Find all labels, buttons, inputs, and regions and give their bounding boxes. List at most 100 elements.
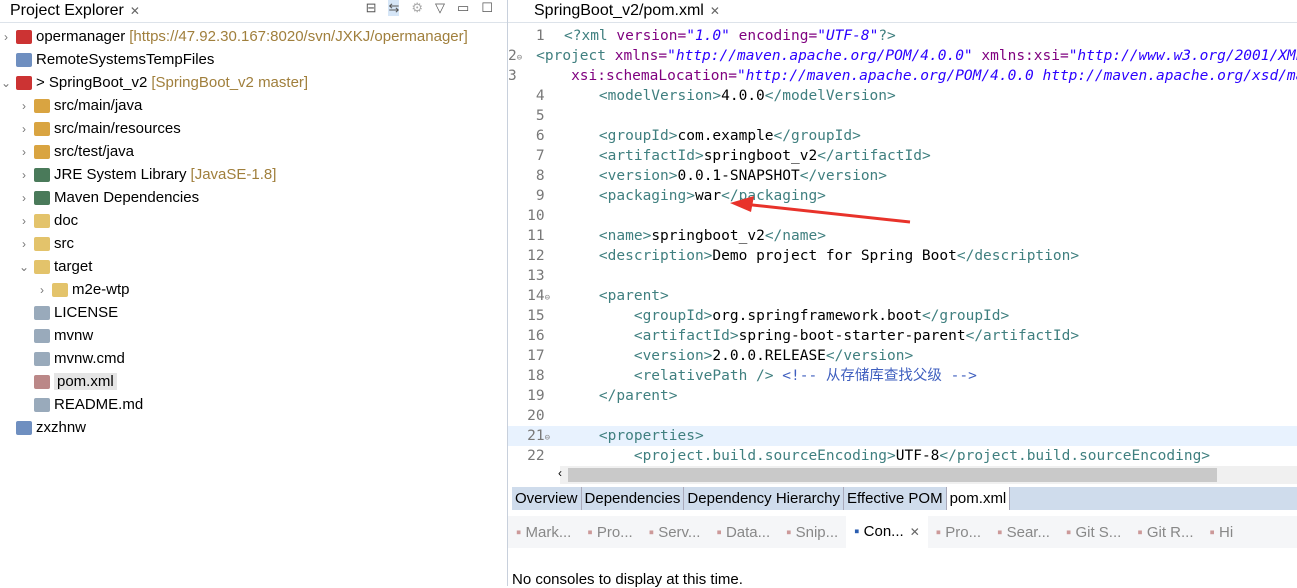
view-tab-label: Con... [863,523,904,540]
code-line: 19 </parent> [508,386,1297,406]
view-tab[interactable]: ▪ Con... ✕ [846,516,928,548]
tree-item[interactable]: mvnw [0,324,507,347]
expand-arrow-icon[interactable]: ⌄ [0,76,12,90]
expand-arrow-icon[interactable]: › [18,99,30,113]
tree-item-label: > SpringBoot_v2 [36,74,148,91]
tree-item[interactable]: › opermanager [https://47.92.30.167:8020/s… [0,25,507,48]
view-tab[interactable]: ▪ Mark... [508,524,579,541]
tree-item[interactable]: RemoteSystemsTempFiles [0,48,507,71]
file-icon [34,305,50,320]
library-icon [34,167,50,182]
code-token: </groupId> [921,308,1010,324]
collapse-all-icon[interactable]: ⊟ [366,0,377,16]
editor-area: SpringBoot_v2/pom.xml ✕ 1 <? xml version=… [508,0,1297,512]
file-icon [34,351,50,366]
view-icon: ▪ [716,523,726,541]
tree-item[interactable]: › Maven Dependencies [0,186,507,209]
tree-item-label: RemoteSystemsTempFiles [36,51,215,68]
view-menu-icon[interactable]: ▽ [435,0,445,16]
expand-arrow-icon[interactable]: › [18,191,30,205]
view-icon: ▪ [786,523,796,541]
scroll-left-icon[interactable]: ‹ [558,466,562,480]
expand-arrow-icon[interactable]: › [0,30,12,44]
tree-item[interactable]: ⌄ > SpringBoot_v2 [SpringBoot_v2 master] [0,71,507,94]
tree-item-decoration: [JavaSE-1.8] [190,166,277,183]
code-token: spring-boot-starter-parent [738,328,966,344]
code-token: 2.0.0.RELEASE [712,348,826,364]
maximize-icon[interactable]: ☐ [481,0,493,16]
tab-effective-pom[interactable]: Effective POM [844,487,947,510]
view-icon: ▪ [935,523,946,541]
package-folder-icon [34,98,50,113]
view-tab[interactable]: ▪ Pro... [928,524,989,541]
tree-item[interactable]: pom.xml [0,370,507,393]
view-tab[interactable]: ▪ Hi [1201,524,1241,541]
minimize-icon[interactable]: ▭ [457,0,469,16]
package-folder-icon [34,121,50,136]
maven-project-icon [16,75,32,90]
view-tab[interactable]: ▪ Serv... [641,524,709,541]
filter-icon[interactable]: ⚙ [411,0,423,16]
tree-item[interactable]: › doc [0,209,507,232]
tree-item[interactable]: › src [0,232,507,255]
library-icon [34,190,50,205]
tree-item[interactable]: README.md [0,393,507,416]
view-tab[interactable]: ▪ Pro... [579,524,640,541]
tab-pom-xml[interactable]: pom.xml [946,487,1011,510]
expand-arrow-icon[interactable]: › [18,145,30,159]
view-tab[interactable]: ▪ Sear... [989,524,1058,541]
code-token: UTF-8 [895,448,940,464]
tree-item[interactable]: › src/test/java [0,140,507,163]
code-token: </version> [825,348,914,364]
tree-item[interactable]: LICENSE [0,301,507,324]
code-line: 18 <relativePath /> <!-- 从存储库查找父级 --> [508,366,1297,386]
expand-arrow-icon[interactable]: › [18,122,30,136]
scrollbar-thumb[interactable] [568,468,1217,482]
tree-item[interactable]: mvnw.cmd [0,347,507,370]
view-tab[interactable]: ▪ Snip... [778,524,846,541]
tree-item-label: README.md [54,396,144,413]
code-token: <project.build.sourceEncoding> [633,448,896,464]
code-token: <properties> [598,428,704,444]
line-number: 16 [527,328,545,344]
tree-item[interactable]: › src/main/resources [0,117,507,140]
expand-arrow-icon[interactable]: › [18,237,30,251]
tree-item[interactable]: › JRE System Library [JavaSE-1.8] [0,163,507,186]
file-icon [34,328,50,343]
tree-item-label: LICENSE [54,304,119,321]
tree-item[interactable]: › m2e-wtp [0,278,507,301]
line-number: 20 [527,408,545,424]
tab-dependency-hierarchy[interactable]: Dependency Hierarchy [684,487,844,510]
tree-item[interactable]: ⌄ target [0,255,507,278]
line-number: 15 [527,308,545,324]
tree-item[interactable]: › src/main/java [0,94,507,117]
expand-arrow-icon[interactable]: › [18,168,30,182]
tab-overview[interactable]: Overview [512,487,582,510]
view-icon: ▪ [854,523,864,540]
view-tabs: ▪ Mark... ▪ Pro... ▪ Serv... ▪ Data... ▪ Sni… [508,516,1297,548]
view-tab[interactable]: ▪ Git S... [1058,524,1129,541]
code-token: </artifactId> [965,328,1080,344]
expand-arrow-icon[interactable]: ⌄ [18,260,30,274]
tab-dependencies[interactable]: Dependencies [582,487,685,510]
line-number: 18 [527,368,545,384]
expand-arrow-icon[interactable]: › [36,283,48,297]
code-line: 17 <version> 2.0.0.RELEASE </version> [508,346,1297,366]
tree-item[interactable]: zxzhnw [0,416,507,439]
file-icon [34,397,50,412]
view-tab[interactable]: ▪ Data... [708,524,778,541]
view-tab[interactable]: ▪ Git R... [1129,524,1201,541]
expand-arrow-icon[interactable]: › [18,214,30,228]
project-explorer-title: Project Explorer [10,2,124,19]
close-icon[interactable]: ✕ [910,525,920,539]
code-token: <!-- 从存储库查找父级 --> [773,368,977,384]
tree-item-label: src/test/java [54,143,135,160]
line-number: 17 [527,348,545,364]
close-icon[interactable]: ✕ [130,4,140,18]
project-explorer-tab[interactable]: Project Explorer ✕ ⊟ ⇆ ⚙ ▽ ▭ ☐ [0,0,507,23]
horizontal-scrollbar[interactable]: ‹ [558,466,1297,484]
view-tab-label: Git R... [1146,523,1194,541]
link-with-editor-icon[interactable]: ⇆ [388,0,400,16]
